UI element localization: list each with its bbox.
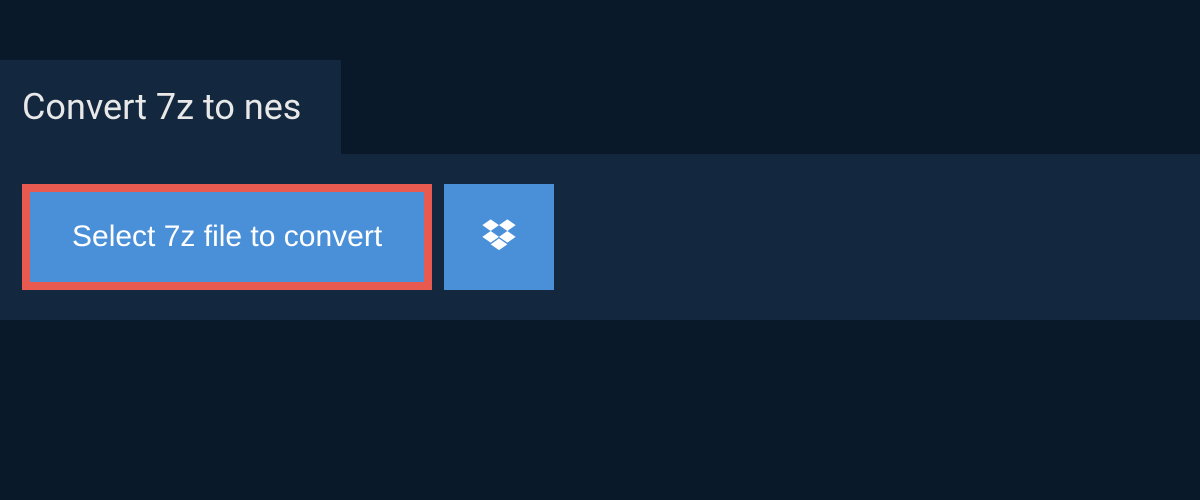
- content-panel: Select 7z file to convert: [0, 154, 1200, 320]
- tab-header: Convert 7z to nes: [0, 60, 341, 154]
- button-row: Select 7z file to convert: [22, 184, 1178, 290]
- dropbox-icon: [479, 216, 519, 259]
- select-file-button[interactable]: Select 7z file to convert: [22, 184, 432, 290]
- page-title: Convert 7z to nes: [22, 86, 301, 128]
- dropbox-button[interactable]: [444, 184, 554, 290]
